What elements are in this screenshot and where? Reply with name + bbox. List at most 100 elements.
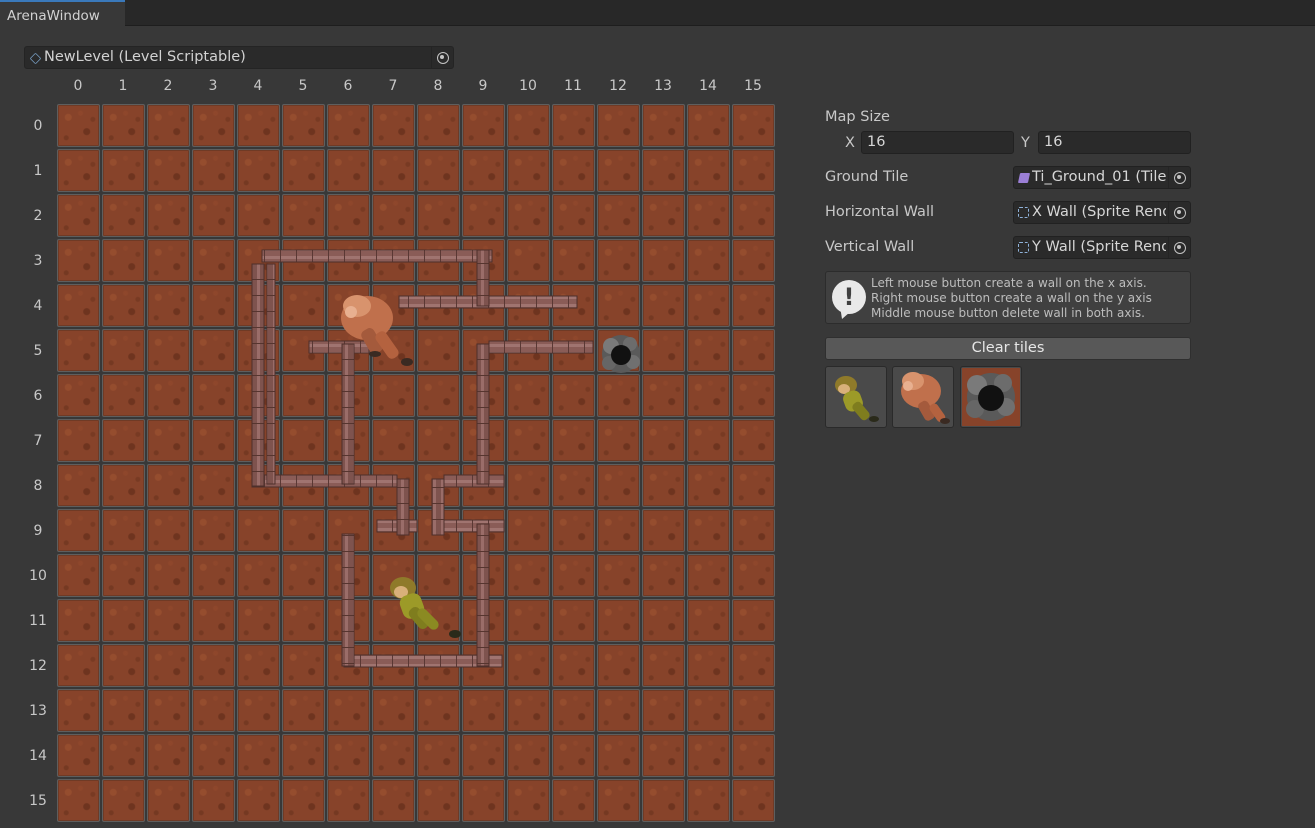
grid-tile[interactable] <box>147 554 190 597</box>
grid-tile[interactable] <box>687 419 730 462</box>
grid-tile[interactable] <box>327 554 370 597</box>
grid-tile[interactable] <box>327 374 370 417</box>
grid-tile[interactable] <box>687 329 730 372</box>
grid-tile[interactable] <box>57 374 100 417</box>
grid-tile[interactable] <box>552 104 595 147</box>
grid-tile[interactable] <box>372 599 415 642</box>
grid-tile[interactable] <box>102 554 145 597</box>
grid-tile[interactable] <box>237 599 280 642</box>
grid-tile[interactable] <box>507 239 550 282</box>
grid-tile[interactable] <box>507 509 550 552</box>
grid-tile[interactable] <box>372 464 415 507</box>
grid-tile[interactable] <box>327 734 370 777</box>
grid-tile[interactable] <box>462 149 505 192</box>
grid-tile[interactable] <box>57 239 100 282</box>
grid-tile[interactable] <box>462 104 505 147</box>
grid-tile[interactable] <box>732 599 775 642</box>
grid-tile[interactable] <box>372 194 415 237</box>
grid-tile[interactable] <box>732 509 775 552</box>
prefab-soldier-button[interactable] <box>825 366 887 428</box>
grid-tile[interactable] <box>147 464 190 507</box>
grid-tile[interactable] <box>372 644 415 687</box>
grid-tile[interactable] <box>102 419 145 462</box>
grid-tile[interactable] <box>552 554 595 597</box>
horizontal-wall-field[interactable]: X Wall (Sprite Renderer) <box>1013 201 1191 224</box>
grid-tile[interactable] <box>687 194 730 237</box>
clear-tiles-button[interactable]: Clear tiles <box>825 337 1191 360</box>
grid-tile[interactable] <box>507 464 550 507</box>
grid-tile[interactable] <box>732 374 775 417</box>
grid-tile[interactable] <box>462 194 505 237</box>
grid-tile[interactable] <box>372 689 415 732</box>
grid-tile[interactable] <box>147 239 190 282</box>
grid-tile[interactable] <box>147 734 190 777</box>
grid-tile[interactable] <box>237 644 280 687</box>
grid-tile[interactable] <box>237 149 280 192</box>
grid-tile[interactable] <box>507 599 550 642</box>
grid-tile[interactable] <box>237 554 280 597</box>
grid-tile[interactable] <box>732 329 775 372</box>
grid-tile[interactable] <box>462 509 505 552</box>
grid-tile[interactable] <box>552 419 595 462</box>
grid-tile[interactable] <box>372 554 415 597</box>
grid-tile[interactable] <box>57 509 100 552</box>
grid-tile[interactable] <box>687 644 730 687</box>
grid-tile[interactable] <box>282 374 325 417</box>
grid-tile[interactable] <box>597 779 640 822</box>
grid-tile[interactable] <box>282 779 325 822</box>
grid-tile[interactable] <box>192 419 235 462</box>
grid-tile[interactable] <box>102 734 145 777</box>
grid-tile[interactable] <box>102 599 145 642</box>
grid-tile[interactable] <box>147 509 190 552</box>
grid-tile[interactable] <box>237 239 280 282</box>
grid-tile[interactable] <box>282 509 325 552</box>
grid-tile[interactable] <box>597 374 640 417</box>
grid-tile[interactable] <box>687 104 730 147</box>
grid-tile[interactable] <box>417 149 460 192</box>
grid-tile[interactable] <box>417 104 460 147</box>
grid-tile[interactable] <box>102 779 145 822</box>
grid-tile[interactable] <box>147 149 190 192</box>
grid-tile[interactable] <box>327 689 370 732</box>
grid-tile[interactable] <box>237 689 280 732</box>
grid-tile[interactable] <box>417 734 460 777</box>
grid-tile[interactable] <box>372 239 415 282</box>
grid-tile[interactable] <box>237 779 280 822</box>
grid-tile[interactable] <box>552 464 595 507</box>
object-picker-button[interactable] <box>1168 202 1190 223</box>
grid-tile[interactable] <box>282 464 325 507</box>
grid-tile[interactable] <box>642 464 685 507</box>
grid-tile[interactable] <box>237 374 280 417</box>
grid-tile[interactable] <box>192 554 235 597</box>
grid-tile[interactable] <box>462 329 505 372</box>
grid-tile[interactable] <box>597 509 640 552</box>
grid-tile[interactable] <box>552 374 595 417</box>
grid-tile[interactable] <box>102 509 145 552</box>
grid-tile[interactable] <box>462 554 505 597</box>
grid-tile[interactable] <box>237 104 280 147</box>
grid-tile[interactable] <box>597 239 640 282</box>
grid-tile[interactable] <box>282 149 325 192</box>
grid-tile[interactable] <box>597 734 640 777</box>
grid-tile[interactable] <box>147 374 190 417</box>
grid-tile[interactable] <box>102 284 145 327</box>
grid-tile[interactable] <box>192 689 235 732</box>
grid-tile[interactable] <box>462 464 505 507</box>
grid-tile[interactable] <box>462 599 505 642</box>
grid-tile[interactable] <box>237 509 280 552</box>
grid-tile[interactable] <box>327 779 370 822</box>
grid-tile[interactable] <box>417 644 460 687</box>
grid-tile[interactable] <box>192 599 235 642</box>
grid-tile[interactable] <box>192 104 235 147</box>
grid-tile[interactable] <box>417 599 460 642</box>
grid-tile[interactable] <box>462 779 505 822</box>
grid-tile[interactable] <box>282 554 325 597</box>
grid-tile[interactable] <box>417 284 460 327</box>
grid-tile[interactable] <box>732 419 775 462</box>
grid-tile[interactable] <box>507 149 550 192</box>
grid-tile[interactable] <box>102 374 145 417</box>
grid-tile[interactable] <box>597 419 640 462</box>
grid-tile[interactable] <box>57 284 100 327</box>
grid-tile[interactable] <box>552 284 595 327</box>
grid-tile[interactable] <box>687 374 730 417</box>
